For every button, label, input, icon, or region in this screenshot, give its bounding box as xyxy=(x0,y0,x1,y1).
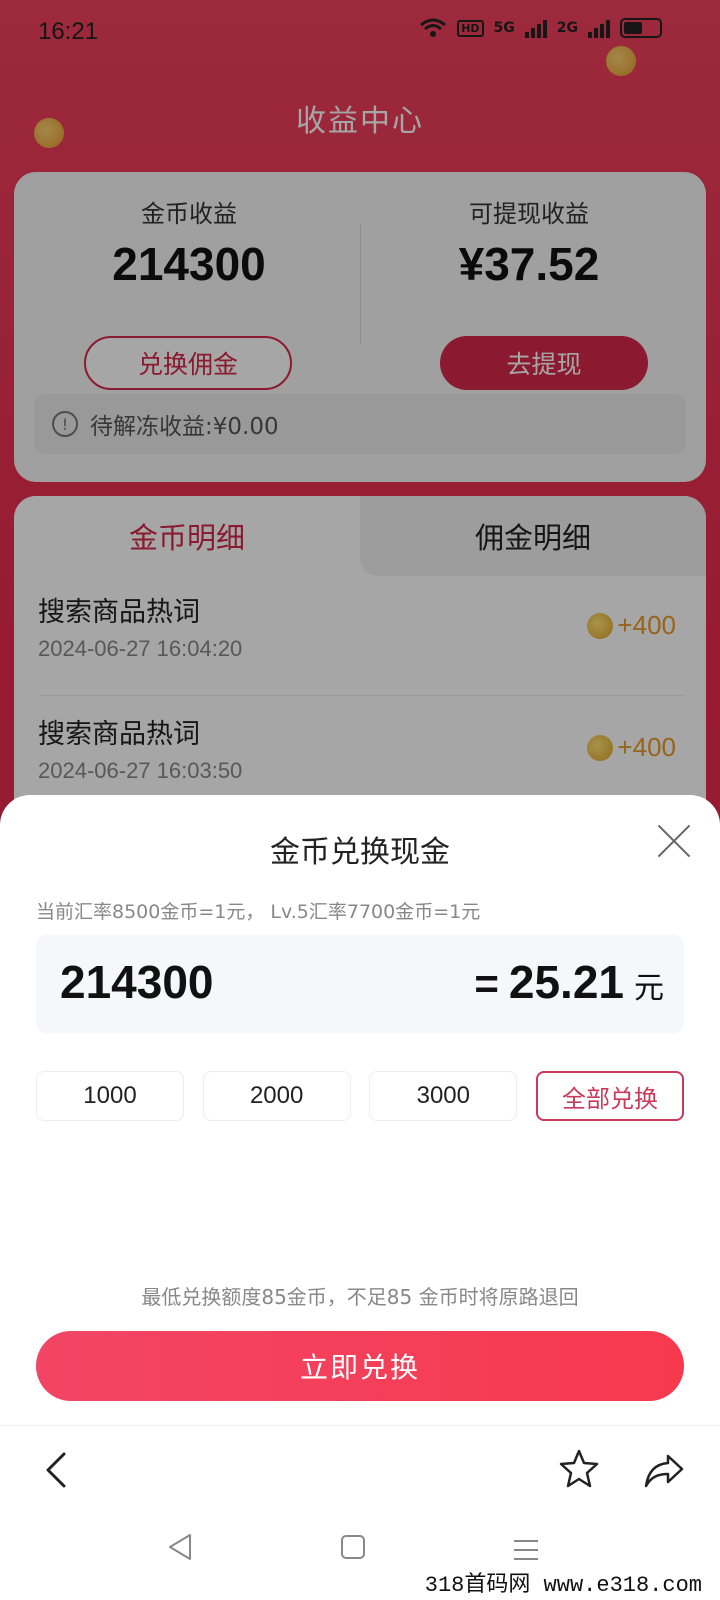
cash-unit: 元 xyxy=(634,972,664,1005)
cash-equivalent: = 25.21 元 xyxy=(474,955,664,1009)
exchange-rate-text: 当前汇率8500金币=1元， Lv.5汇率7700金币=1元 xyxy=(36,901,481,923)
amount-display: 214300 = 25.21 元 xyxy=(36,935,684,1033)
preset-2000-button[interactable]: 2000 xyxy=(202,1071,351,1121)
watermark-text: 318首码网 www.e318.com xyxy=(420,1564,706,1600)
coin-amount-input[interactable]: 214300 xyxy=(60,955,214,1009)
exchange-now-button[interactable]: 立即兑换 xyxy=(36,1331,684,1401)
nav-back-icon[interactable] xyxy=(168,1533,192,1561)
equals-sign: = xyxy=(474,960,499,1007)
back-icon[interactable] xyxy=(36,1448,80,1492)
sheet-title: 金币兑换现金 xyxy=(270,835,450,870)
browser-toolbar xyxy=(0,1425,720,1515)
nav-menu-icon[interactable] xyxy=(514,1533,538,1561)
minimum-tip: 最低兑换额度85金币，不足85 金币时将原路退回 xyxy=(141,1285,579,1309)
exchange-all-button[interactable]: 全部兑换 xyxy=(535,1071,684,1121)
star-icon[interactable] xyxy=(558,1448,600,1490)
exchange-sheet: 金币兑换现金 当前汇率8500金币=1元， Lv.5汇率7700金币=1元 21… xyxy=(0,795,720,1600)
nav-home-icon[interactable] xyxy=(341,1535,365,1559)
share-icon[interactable] xyxy=(642,1448,686,1492)
preset-options: 1000 2000 3000 全部兑换 xyxy=(36,1071,684,1121)
close-icon[interactable] xyxy=(656,823,692,859)
preset-1000-button[interactable]: 1000 xyxy=(36,1071,184,1121)
cash-amount-value: 25.21 xyxy=(508,956,624,1008)
preset-3000-button[interactable]: 3000 xyxy=(369,1071,518,1121)
